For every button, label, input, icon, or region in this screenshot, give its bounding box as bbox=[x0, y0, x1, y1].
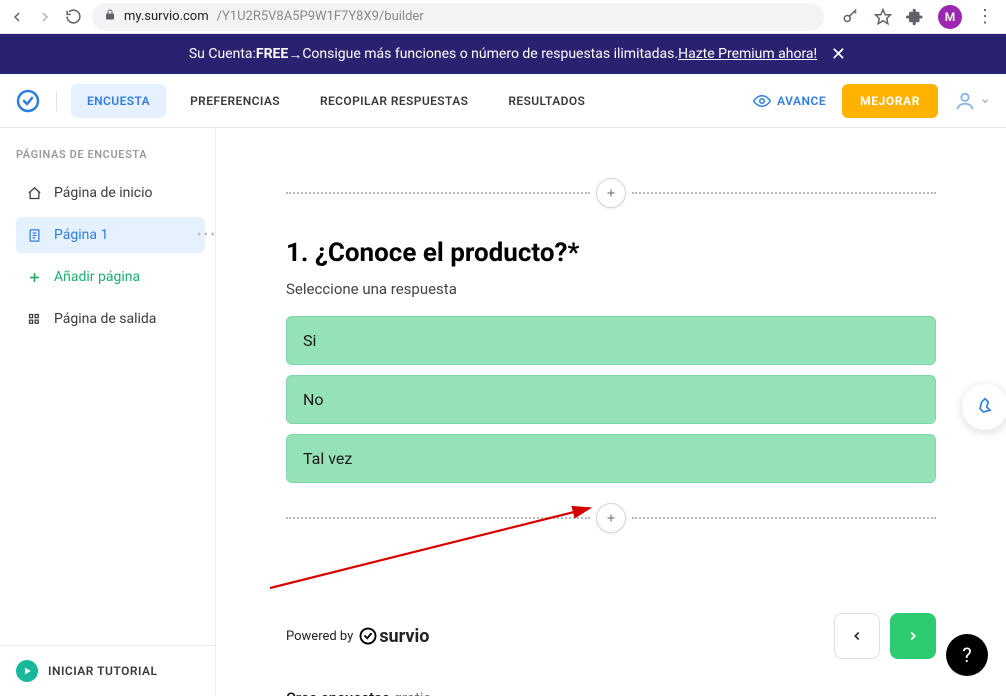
back-icon[interactable] bbox=[8, 8, 26, 26]
page-nav bbox=[834, 613, 936, 659]
powered-label: Powered by bbox=[286, 629, 353, 644]
create-strong: Cree encuestas bbox=[286, 689, 390, 696]
tab-results[interactable]: RESULTADOS bbox=[492, 84, 601, 118]
sidebar-item-label: Añadir página bbox=[54, 269, 140, 285]
sidebar-item-label: Página de inicio bbox=[54, 185, 153, 201]
flag-icon bbox=[26, 311, 42, 327]
builder-canvas: 1. ¿Conoce el producto?* Seleccione una … bbox=[216, 128, 1006, 696]
home-icon bbox=[26, 185, 42, 201]
prev-page-button[interactable] bbox=[834, 613, 880, 659]
chevron-right-icon bbox=[906, 629, 920, 643]
user-icon bbox=[954, 90, 976, 112]
eye-icon bbox=[753, 92, 771, 110]
banner-link[interactable]: Hazte Premium ahora! bbox=[678, 46, 817, 62]
tab-preferences[interactable]: PREFERENCIAS bbox=[174, 84, 296, 118]
sidebar-item-page1[interactable]: Página 1 ••• bbox=[16, 217, 205, 253]
survio-logo-icon[interactable] bbox=[16, 89, 40, 113]
sidebar-item-exit[interactable]: Página de salida bbox=[16, 301, 205, 337]
add-row-bottom bbox=[286, 503, 936, 533]
start-tutorial[interactable]: INICIAR TUTORIAL bbox=[0, 645, 215, 696]
tab-group: ENCUESTA PREFERENCIAS RECOPILAR RESPUEST… bbox=[71, 84, 601, 118]
chevron-left-icon bbox=[850, 629, 864, 643]
question-subtitle[interactable]: Seleccione una respuesta bbox=[286, 280, 936, 298]
help-button[interactable]: ? bbox=[946, 634, 988, 676]
profile-avatar[interactable]: M bbox=[938, 5, 962, 29]
dash-line bbox=[286, 192, 590, 194]
check-circle-icon bbox=[359, 627, 377, 645]
user-menu[interactable] bbox=[954, 90, 990, 112]
answer-option[interactable]: No bbox=[286, 375, 936, 424]
sidebar-item-add-page[interactable]: Añadir página bbox=[16, 259, 205, 295]
chevron-down-icon bbox=[980, 96, 990, 106]
sidebar-item-label: Página de salida bbox=[54, 311, 156, 327]
add-question-button[interactable] bbox=[596, 178, 626, 208]
question-block[interactable]: 1. ¿Conoce el producto?* Seleccione una … bbox=[286, 238, 936, 483]
brand-text: survio bbox=[379, 626, 429, 647]
create-surveys-link[interactable]: Cree encuestas gratis bbox=[286, 689, 936, 696]
tutorial-label: INICIAR TUTORIAL bbox=[48, 664, 158, 678]
banner-prefix: Su Cuenta: bbox=[189, 46, 256, 62]
pin-icon bbox=[975, 397, 995, 417]
key-icon[interactable] bbox=[842, 8, 860, 26]
tab-collect[interactable]: RECOPILAR RESPUESTAS bbox=[304, 84, 484, 118]
plus-icon bbox=[26, 269, 42, 285]
sidebar: PÁGINAS DE ENCUESTA Página de inicio Pág… bbox=[0, 128, 216, 696]
banner-plan: FREE bbox=[256, 46, 288, 62]
answer-option[interactable]: Tal vez bbox=[286, 434, 936, 483]
browser-actions: M ⋮ bbox=[842, 5, 994, 29]
kebab-icon[interactable]: ⋮ bbox=[976, 13, 994, 20]
preview-label: AVANCE bbox=[777, 94, 826, 108]
reload-icon[interactable] bbox=[64, 8, 82, 26]
dash-line bbox=[632, 517, 936, 519]
powered-by: Powered by survio bbox=[286, 626, 429, 647]
question-title[interactable]: 1. ¿Conoce el producto?* bbox=[286, 238, 936, 268]
pin-button[interactable] bbox=[962, 384, 1006, 430]
browser-chrome: my.survio.com/Y1U2R5V8A5P9W1F7Y8X9/build… bbox=[0, 0, 1006, 34]
add-question-button[interactable] bbox=[596, 503, 626, 533]
sidebar-heading: PÁGINAS DE ENCUESTA bbox=[0, 148, 215, 175]
divider bbox=[56, 91, 57, 111]
url-path: /Y1U2R5V8A5P9W1F7Y8X9/builder bbox=[217, 9, 424, 24]
upgrade-banner: Su Cuenta: FREE → Consigue más funciones… bbox=[0, 34, 1006, 74]
sidebar-item-label: Página 1 bbox=[54, 227, 108, 243]
banner-text: Consigue más funciones o número de respu… bbox=[302, 46, 678, 62]
tab-survey[interactable]: ENCUESTA bbox=[71, 84, 166, 118]
lock-icon bbox=[104, 8, 116, 25]
dash-line bbox=[632, 192, 936, 194]
play-icon bbox=[16, 660, 38, 682]
top-nav: ENCUESTA PREFERENCIAS RECOPILAR RESPUEST… bbox=[0, 74, 1006, 128]
next-page-button[interactable] bbox=[890, 613, 936, 659]
dash-line bbox=[286, 517, 590, 519]
more-icon[interactable]: ••• bbox=[197, 227, 217, 243]
plus-icon bbox=[605, 512, 617, 524]
upgrade-button[interactable]: MEJORAR bbox=[842, 84, 938, 118]
url-host: my.survio.com bbox=[124, 9, 209, 24]
plus-icon bbox=[605, 187, 617, 199]
address-bar[interactable]: my.survio.com/Y1U2R5V8A5P9W1F7Y8X9/build… bbox=[92, 3, 824, 31]
page-icon bbox=[26, 227, 42, 243]
create-rest: gratis bbox=[390, 689, 431, 696]
extension-icon[interactable] bbox=[906, 8, 924, 26]
page-footer: Powered by survio bbox=[286, 613, 936, 659]
sidebar-item-home[interactable]: Página de inicio bbox=[16, 175, 205, 211]
preview-button[interactable]: AVANCE bbox=[753, 92, 826, 110]
survio-logo[interactable]: survio bbox=[359, 626, 429, 647]
close-icon[interactable]: ✕ bbox=[831, 44, 846, 65]
banner-arrow: → bbox=[288, 46, 302, 63]
add-row-top bbox=[286, 178, 936, 208]
star-icon[interactable] bbox=[874, 8, 892, 26]
answer-option[interactable]: Si bbox=[286, 316, 936, 365]
forward-icon bbox=[36, 8, 54, 26]
topbar-right: AVANCE MEJORAR bbox=[753, 84, 990, 118]
